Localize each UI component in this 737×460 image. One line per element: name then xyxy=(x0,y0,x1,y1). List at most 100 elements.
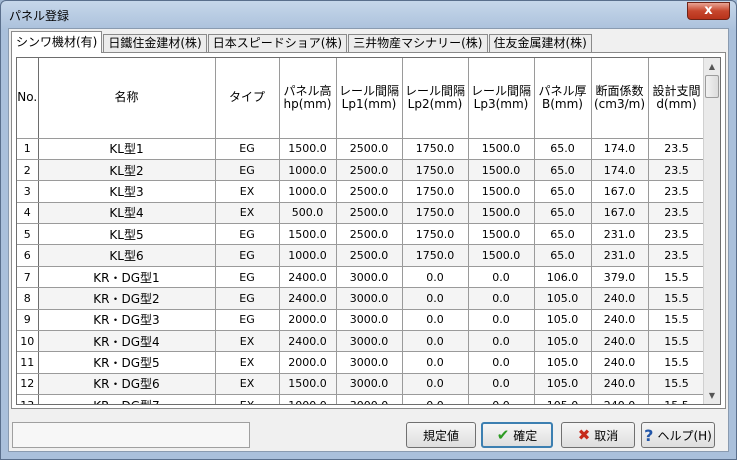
ok-button[interactable]: ✔ 確定 xyxy=(481,422,553,448)
table-cell[interactable]: 2500.0 xyxy=(336,223,403,246)
table-cell[interactable]: 105.0 xyxy=(534,287,592,310)
table-cell[interactable]: 1750.0 xyxy=(402,180,469,203)
table-cell[interactable]: EX xyxy=(215,351,280,374)
tab-nittetsu-sumikin[interactable]: 日鐵住金建材(株) xyxy=(103,34,207,53)
table-cell[interactable]: EX xyxy=(215,373,280,396)
table-cell[interactable]: EX xyxy=(215,202,280,225)
cancel-button[interactable]: ✖ 取消 xyxy=(561,422,635,448)
table-cell[interactable]: 1750.0 xyxy=(402,244,469,267)
table-cell[interactable]: 105.0 xyxy=(534,373,592,396)
table-cell[interactable]: 3000.0 xyxy=(336,351,403,374)
table-cell[interactable]: 2400.0 xyxy=(279,330,337,353)
panel-name-cell[interactable]: KR・DG型7 xyxy=(38,394,216,404)
table-cell[interactable]: 65.0 xyxy=(534,180,592,203)
table-row[interactable]: 10 KR・DG型4 EX 2400.0 3000.0 0.0 0.0 105.0 240.0 1… xyxy=(17,330,706,353)
table-cell[interactable]: 0.0 xyxy=(468,309,535,332)
table-cell[interactable]: 1500.0 xyxy=(468,159,535,182)
table-cell[interactable]: 3000.0 xyxy=(336,330,403,353)
vertical-scrollbar[interactable]: ▲ ▼ xyxy=(703,58,720,404)
table-cell[interactable]: 1750.0 xyxy=(402,138,469,160)
panel-name-cell[interactable]: KR・DG型4 xyxy=(38,330,216,353)
help-button[interactable]: ? ヘルプ(H) xyxy=(641,422,715,448)
table-cell[interactable]: 1750.0 xyxy=(402,223,469,246)
table-cell[interactable]: 105.0 xyxy=(534,394,592,404)
table-cell[interactable]: 3000.0 xyxy=(336,394,403,404)
table-cell[interactable]: 23.5 xyxy=(648,138,706,160)
table-row[interactable]: 12 KR・DG型6 EX 1500.0 3000.0 0.0 0.0 105.0 240.0 1… xyxy=(17,373,706,396)
table-cell[interactable]: 0.0 xyxy=(468,351,535,374)
table-cell[interactable]: 2000.0 xyxy=(279,351,337,374)
table-cell[interactable]: 65.0 xyxy=(534,159,592,182)
table-cell[interactable]: EX xyxy=(215,180,280,203)
table-cell[interactable]: 2500.0 xyxy=(336,202,403,225)
table-cell[interactable]: 65.0 xyxy=(534,202,592,225)
table-cell[interactable]: 167.0 xyxy=(591,202,649,225)
table-cell[interactable]: 0.0 xyxy=(402,287,469,310)
table-cell[interactable]: 23.5 xyxy=(648,180,706,203)
table-cell[interactable]: 231.0 xyxy=(591,244,649,267)
table-cell[interactable]: 1500.0 xyxy=(468,180,535,203)
table-cell[interactable]: 0.0 xyxy=(468,373,535,396)
panel-name-cell[interactable]: KL型2 xyxy=(38,159,216,182)
table-cell[interactable]: 500.0 xyxy=(279,202,337,225)
table-cell[interactable]: 106.0 xyxy=(534,266,592,289)
table-row[interactable]: 1 KL型1 EG 1500.0 2500.0 1750.0 1500.0 65.0 174.0… xyxy=(17,138,706,160)
table-cell[interactable]: EX xyxy=(215,394,280,404)
table-cell[interactable]: 240.0 xyxy=(591,330,649,353)
table-row[interactable]: 5 KL型5 EG 1500.0 2500.0 1750.0 1500.0 65.0 231.0… xyxy=(17,223,706,246)
table-cell[interactable]: 15.5 xyxy=(648,266,706,289)
panel-name-cell[interactable]: KL型6 xyxy=(38,244,216,267)
table-cell[interactable]: 1000.0 xyxy=(279,180,337,203)
table-cell[interactable]: 1500.0 xyxy=(468,138,535,160)
table-cell[interactable]: 174.0 xyxy=(591,159,649,182)
title-bar[interactable]: パネル登録 x xyxy=(1,1,736,27)
table-row[interactable]: 7 KR・DG型1 EG 2400.0 3000.0 0.0 0.0 106.0 379.0 15… xyxy=(17,266,706,289)
table-cell[interactable]: 3000.0 xyxy=(336,266,403,289)
table-cell[interactable]: 1750.0 xyxy=(402,202,469,225)
table-cell[interactable]: 23.5 xyxy=(648,202,706,225)
table-cell[interactable]: 240.0 xyxy=(591,373,649,396)
scroll-up-arrow-icon[interactable]: ▲ xyxy=(704,58,720,75)
tab-sumitomo-kinzoku[interactable]: 住友金属建材(株) xyxy=(488,34,592,53)
table-cell[interactable]: 1500.0 xyxy=(279,138,337,160)
tab-nihon-speed-shore[interactable]: 日本スピードショア(株) xyxy=(207,34,348,53)
table-cell[interactable]: EG xyxy=(215,138,280,160)
table-cell[interactable]: 379.0 xyxy=(591,266,649,289)
panel-name-cell[interactable]: KL型5 xyxy=(38,223,216,246)
table-cell[interactable]: 23.5 xyxy=(648,159,706,182)
tab-mitsui-bussan[interactable]: 三井物産マシナリー(株) xyxy=(348,34,488,53)
table-cell[interactable]: 15.5 xyxy=(648,330,706,353)
table-cell[interactable]: 0.0 xyxy=(402,351,469,374)
table-cell[interactable]: 2000.0 xyxy=(279,309,337,332)
table-cell[interactable]: EG xyxy=(215,159,280,182)
table-cell[interactable]: 2500.0 xyxy=(336,138,403,160)
table-cell[interactable]: 0.0 xyxy=(468,266,535,289)
table-cell[interactable]: 167.0 xyxy=(591,180,649,203)
table-cell[interactable]: 65.0 xyxy=(534,244,592,267)
table-cell[interactable]: 1000.0 xyxy=(279,159,337,182)
table-cell[interactable]: EX xyxy=(215,330,280,353)
table-cell[interactable]: EG xyxy=(215,244,280,267)
table-cell[interactable]: EG xyxy=(215,309,280,332)
panel-name-cell[interactable]: KR・DG型5 xyxy=(38,351,216,374)
panel-name-cell[interactable]: KR・DG型2 xyxy=(38,287,216,310)
table-cell[interactable]: 0.0 xyxy=(402,330,469,353)
panel-name-cell[interactable]: KR・DG型1 xyxy=(38,266,216,289)
close-button[interactable]: x xyxy=(687,2,730,20)
panel-name-cell[interactable]: KR・DG型3 xyxy=(38,309,216,332)
defaults-button[interactable]: 規定値 xyxy=(406,422,476,448)
table-cell[interactable]: 1500.0 xyxy=(468,244,535,267)
table-cell[interactable]: 3000.0 xyxy=(336,309,403,332)
table-cell[interactable]: 1500.0 xyxy=(468,202,535,225)
table-cell[interactable]: 1500.0 xyxy=(468,223,535,246)
table-cell[interactable]: 0.0 xyxy=(402,373,469,396)
table-cell[interactable]: 2400.0 xyxy=(279,266,337,289)
table-row[interactable]: 6 KL型6 EG 1000.0 2500.0 1750.0 1500.0 65.0 231.0… xyxy=(17,244,706,267)
panel-name-cell[interactable]: KL型1 xyxy=(38,138,216,160)
table-cell[interactable]: 1000.0 xyxy=(279,244,337,267)
table-row[interactable]: 8 KR・DG型2 EG 2400.0 3000.0 0.0 0.0 105.0 240.0 15… xyxy=(17,287,706,310)
scroll-thumb[interactable] xyxy=(705,75,719,98)
scroll-down-arrow-icon[interactable]: ▼ xyxy=(704,387,720,404)
table-cell[interactable]: 15.5 xyxy=(648,394,706,404)
table-cell[interactable]: 2500.0 xyxy=(336,244,403,267)
